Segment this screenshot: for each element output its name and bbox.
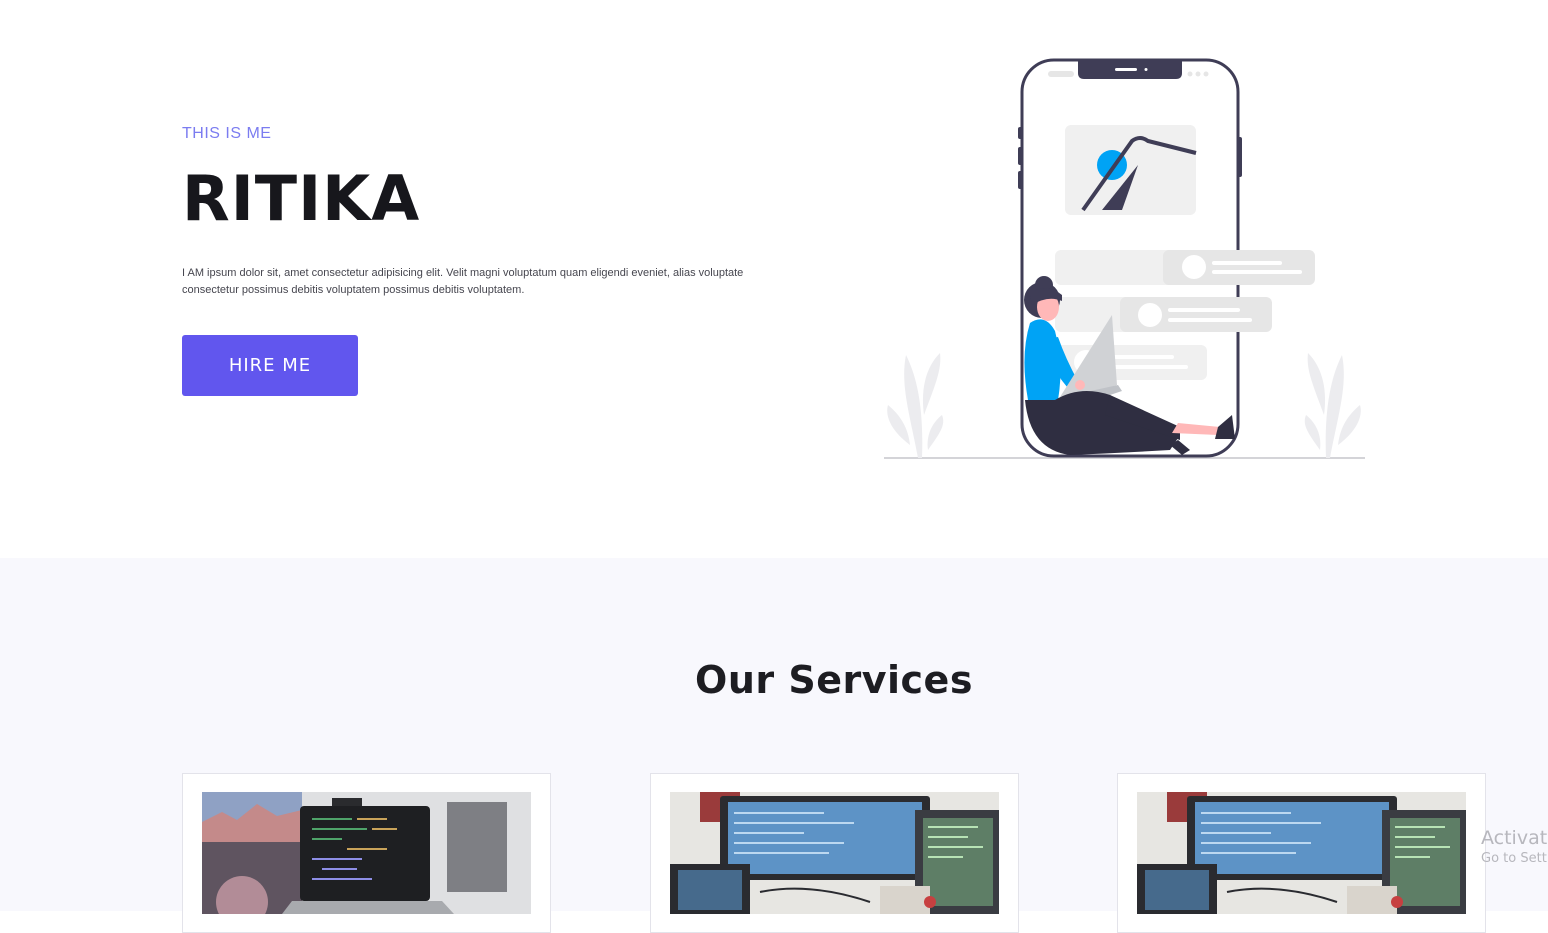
hire-me-button[interactable]: HIRE ME xyxy=(182,335,358,396)
hero-section: THIS IS ME RITIKA I AM ipsum dolor sit, … xyxy=(0,0,1548,558)
hero-eyebrow: THIS IS ME xyxy=(182,125,272,142)
laptop-code-photo-icon xyxy=(202,792,531,914)
service-card[interactable] xyxy=(182,773,551,933)
hero-name: RITIKA xyxy=(182,162,421,235)
hero-description: I AM ipsum dolor sit, amet consectetur a… xyxy=(182,267,744,296)
person-with-laptop-illustration xyxy=(880,55,1370,465)
services-section: Our Services xyxy=(0,558,1548,933)
monitors-code-photo-icon xyxy=(1137,792,1466,914)
activate-windows-watermark: Activate Go to Sett xyxy=(1481,826,1548,868)
watermark-subtitle: Go to Sett xyxy=(1481,851,1547,866)
services-title: Our Services xyxy=(695,658,973,702)
watermark-title: Activate xyxy=(1481,827,1548,849)
service-card[interactable] xyxy=(1117,773,1486,933)
monitors-code-photo-icon xyxy=(670,792,999,914)
service-card[interactable] xyxy=(650,773,1019,933)
